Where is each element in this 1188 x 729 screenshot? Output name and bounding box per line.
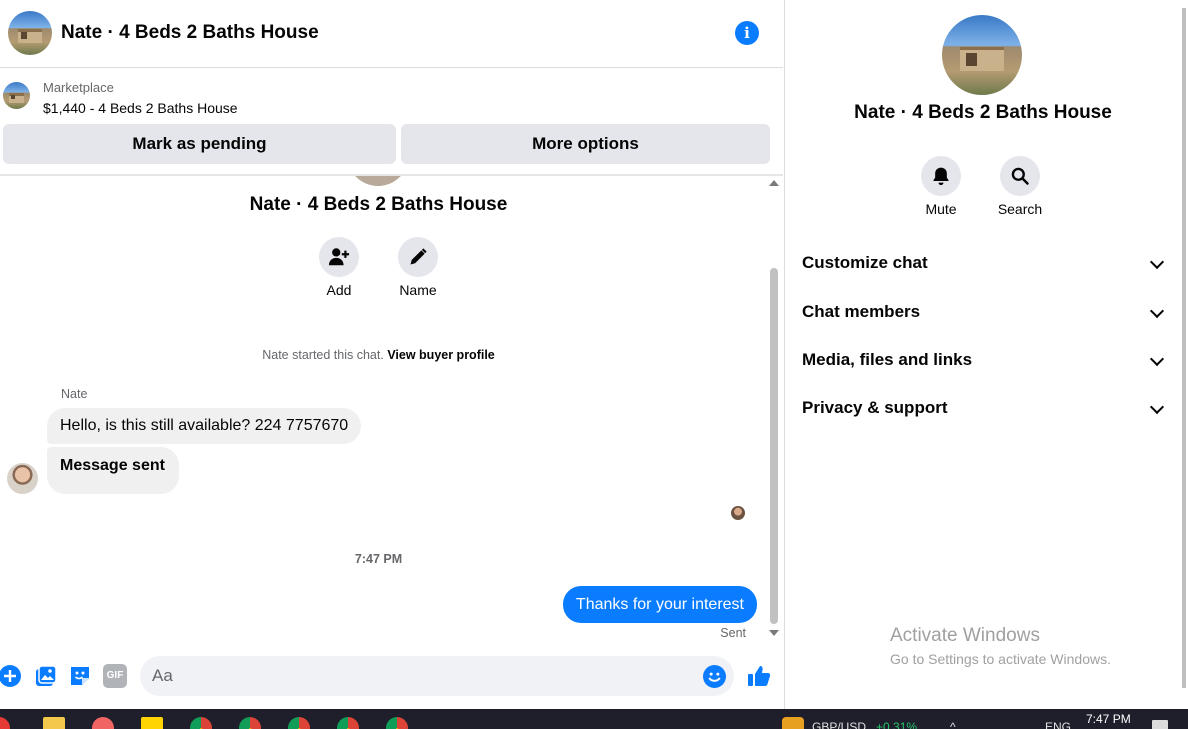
activate-windows-watermark: Activate Windows Go to Settings to activ… <box>890 625 1111 667</box>
thread-title: Nate · 4 Beds 2 Baths House <box>249 194 508 215</box>
name-label: Name <box>399 282 437 298</box>
incoming-message[interactable]: Message sent <box>47 447 179 494</box>
chat-header: Nate · 4 Beds 2 Baths House i <box>0 0 783 68</box>
bell-icon <box>933 167 949 186</box>
search-label: Search <box>997 201 1043 217</box>
section-label: Privacy & support <box>802 398 948 417</box>
timestamp: 7:47 PM <box>354 552 403 566</box>
photo-icon[interactable] <box>34 664 58 688</box>
page-scroll-thumb[interactable] <box>1182 8 1186 688</box>
section-label: Customize chat <box>802 253 928 272</box>
composer: GIF Aa <box>0 656 783 696</box>
customize-chat-section[interactable]: Customize chat <box>802 253 1165 277</box>
search-button[interactable] <box>1000 156 1040 196</box>
chrome-icon[interactable] <box>386 717 408 729</box>
scroll-down-arrow-icon[interactable] <box>769 630 779 636</box>
chevron-down-icon <box>1149 351 1165 367</box>
chat-title[interactable]: Nate · 4 Beds 2 Baths House <box>61 22 319 44</box>
sender-name: Nate <box>61 387 88 401</box>
messenger-window: Nate · 4 Beds 2 Baths House i Marketplac… <box>0 0 1188 709</box>
plus-icon[interactable] <box>0 664 22 688</box>
page-scrollbar[interactable] <box>1180 0 1188 709</box>
app-icon[interactable] <box>0 717 10 729</box>
sticky-notes-icon[interactable] <box>141 717 163 729</box>
mute-button[interactable] <box>921 156 961 196</box>
listing-price-title[interactable]: $1,440 - 4 Beds 2 Baths House <box>43 100 238 116</box>
chevron-down-icon <box>1149 399 1165 415</box>
section-label: Chat members <box>802 302 921 321</box>
info-title: Nate · 4 Beds 2 Baths House <box>854 102 1112 123</box>
clock[interactable]: 7:47 PM <box>1086 712 1131 726</box>
sticker-icon[interactable] <box>68 664 92 688</box>
scroll-thumb[interactable] <box>770 268 778 624</box>
watermark-title: Activate Windows <box>890 625 1040 646</box>
marketplace-label: Marketplace <box>43 80 114 95</box>
edit-name-button[interactable] <box>398 237 438 277</box>
message-list[interactable]: Nate · 4 Beds 2 Baths House Add Name Nat… <box>0 176 768 644</box>
mark-as-pending-button[interactable]: Mark as pending <box>3 124 396 164</box>
ticker-change: +0.31% <box>876 720 918 729</box>
incoming-message[interactable]: Hello, is this still available? 224 7757… <box>47 408 362 444</box>
chat-started-notice: Nate started this chat. View buyer profi… <box>0 348 757 362</box>
chat-pane: Nate · 4 Beds 2 Baths House i Marketplac… <box>0 0 783 709</box>
chat-scrollbar[interactable] <box>768 176 783 644</box>
section-label: Media, files and links <box>802 350 973 369</box>
add-people-button[interactable] <box>319 237 359 277</box>
chrome-icon[interactable] <box>190 717 212 729</box>
message-input[interactable]: Aa <box>140 656 734 696</box>
app-icon[interactable] <box>92 717 114 729</box>
mute-label: Mute <box>925 201 957 217</box>
avatar[interactable] <box>7 463 38 494</box>
info-avatar[interactable] <box>942 15 1022 95</box>
read-receipt-avatar <box>731 506 745 520</box>
marketplace-thumbnail[interactable] <box>3 82 30 109</box>
more-options-button[interactable]: More options <box>401 124 770 164</box>
pencil-icon <box>410 248 427 265</box>
thread-avatar <box>347 176 409 186</box>
file-explorer-icon[interactable] <box>43 717 65 729</box>
chrome-icon[interactable] <box>288 717 310 729</box>
privacy-support-section[interactable]: Privacy & support <box>802 398 1165 422</box>
emoji-icon[interactable] <box>703 665 726 688</box>
media-files-links-section[interactable]: Media, files and links <box>802 350 1165 374</box>
scroll-up-arrow-icon[interactable] <box>769 180 779 186</box>
chevron-down-icon <box>1149 254 1165 270</box>
view-buyer-profile-link[interactable]: View buyer profile <box>387 348 494 362</box>
notifications-icon[interactable] <box>1152 720 1168 729</box>
search-icon <box>1011 167 1029 185</box>
add-label: Add <box>326 282 352 298</box>
outgoing-message[interactable]: Thanks for your interest <box>562 586 757 623</box>
chat-members-section[interactable]: Chat members <box>802 302 1165 326</box>
watermark-subtitle: Go to Settings to activate Windows. <box>890 651 1111 667</box>
sent-status: Sent <box>720 626 746 640</box>
thumbs-up-icon[interactable] <box>746 664 772 688</box>
add-person-icon <box>328 248 350 266</box>
chevron-down-icon <box>1149 303 1165 319</box>
chrome-icon[interactable] <box>239 717 261 729</box>
smile-icon <box>708 672 721 682</box>
started-text: Nate started this chat. <box>262 348 384 362</box>
ticker-label[interactable]: GBP/USD <box>812 720 866 729</box>
conversation-info-panel: Nate · 4 Beds 2 Baths House Mute Search … <box>784 0 1180 709</box>
taskbar: GBP/USD +0.31% ^ ENG 7:47 PM <box>0 709 1188 729</box>
chevron-up-icon[interactable]: ^ <box>950 720 956 729</box>
chrome-icon[interactable] <box>337 717 359 729</box>
listing-avatar[interactable] <box>8 11 52 55</box>
gif-icon[interactable]: GIF <box>103 664 127 688</box>
info-icon[interactable]: i <box>735 21 759 45</box>
language-indicator[interactable]: ENG <box>1045 720 1071 729</box>
currency-widget-icon[interactable] <box>782 717 804 729</box>
